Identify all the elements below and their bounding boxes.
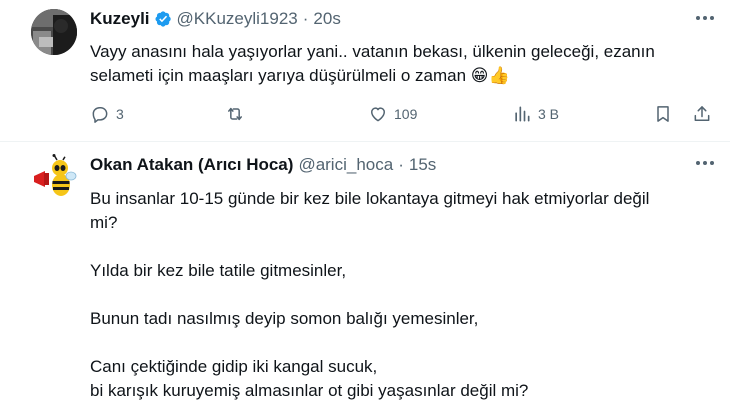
more-options-icon[interactable] [692, 153, 718, 173]
reply-button[interactable]: 3 [90, 102, 124, 126]
share-button[interactable] [692, 102, 712, 126]
timestamp[interactable]: 20s [313, 9, 340, 29]
separator-dot: · [398, 155, 404, 174]
tweet-text-line: bi karışık kuruyemiş almasınlar ot gibi … [90, 381, 529, 400]
retweet-icon [228, 107, 242, 121]
bee-avatar-image [31, 154, 77, 200]
avatar-photo [31, 9, 77, 55]
tweet-text-line: mi? [90, 213, 118, 232]
tweet-text-line: Bunun tadı nasılmış deyip somon balığı y… [90, 309, 479, 328]
share-icon [694, 106, 710, 121]
tweet-text-line: Canı çektiğinde gidip iki kangal sucuk, [90, 357, 378, 376]
action-bar: 3 109 3 B [90, 102, 720, 126]
tweet-text-line: Bu insanlar 10-15 günde bir kez bile lok… [90, 189, 650, 208]
like-button[interactable]: 109 [368, 102, 417, 126]
tweet-arici-hoca[interactable]: Okan Atakan (Arıcı Hoca) @arici_hoca · 1… [0, 143, 730, 420]
separator-dot: · [302, 9, 309, 28]
heart-icon [371, 107, 385, 122]
author-name[interactable]: Okan Atakan (Arıcı Hoca) [90, 155, 293, 175]
tweet-text-line: selameti için maaşları yarıya düşürülmel… [90, 66, 510, 85]
bookmark-button[interactable] [653, 102, 673, 126]
timestamp[interactable]: 15s [409, 155, 436, 175]
tweet-text: Vayy anasını hala yaşıyorlar yani.. vata… [90, 40, 715, 88]
views-chart-icon [515, 106, 530, 122]
avatar[interactable] [31, 154, 77, 200]
reply-icon [92, 107, 108, 123]
reply-count: 3 [116, 106, 124, 122]
author-handle[interactable]: @KKuzeyli1923 [177, 9, 298, 29]
bookmark-icon [657, 106, 669, 122]
verified-badge-icon [154, 10, 172, 28]
like-count: 109 [394, 106, 418, 122]
tweet-text: Bu insanlar 10-15 günde bir kez bile lok… [90, 187, 715, 403]
tweet-text-line: Yılda bir kez bile tatile gitmesinler, [90, 261, 347, 280]
author-handle[interactable]: @arici_hoca [298, 155, 393, 175]
retweet-button[interactable] [225, 102, 251, 126]
tweet-text-line: Vayy anasını hala yaşıyorlar yani.. vata… [90, 42, 655, 61]
author-name[interactable]: Kuzeyli [90, 9, 150, 29]
more-options-icon[interactable] [692, 8, 718, 28]
views-button[interactable]: 3 B [512, 102, 559, 126]
tweet-kuzeyli[interactable]: Kuzeyli @KKuzeyli1923 · 20s Vayy anasını… [0, 0, 730, 142]
views-count: 3 B [538, 106, 560, 122]
avatar[interactable] [31, 9, 77, 55]
